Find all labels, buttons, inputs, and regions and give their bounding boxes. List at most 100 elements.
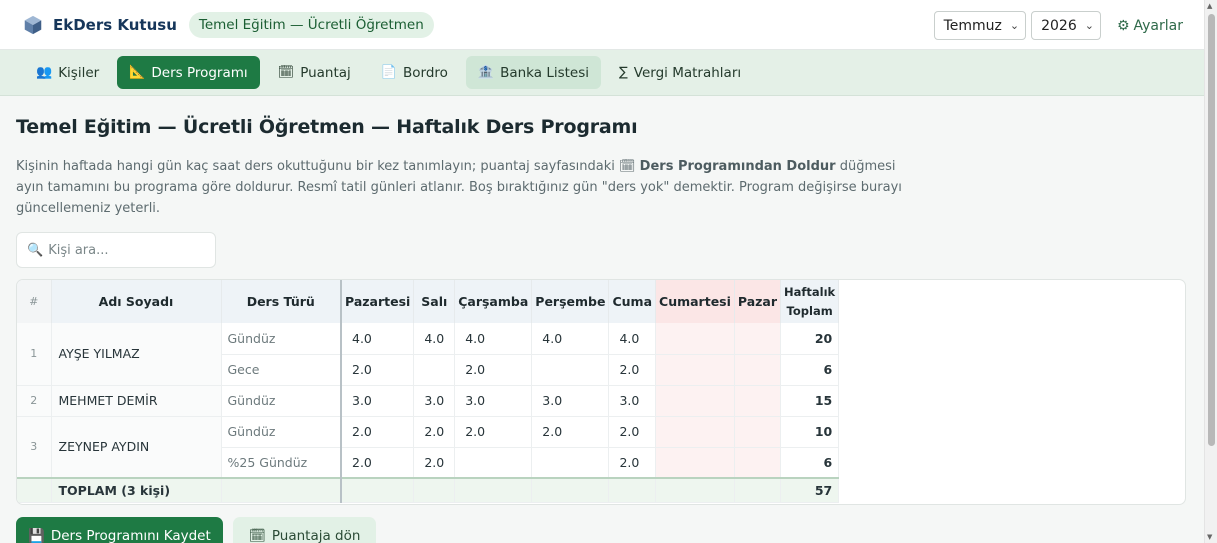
person-name: AYŞE YILMAZ (51, 323, 222, 386)
page-description: Kişinin haftada hangi gün kaç saat ders … (16, 156, 916, 219)
context-badge: Temel Eğitim — Ücretli Öğretmen (188, 11, 434, 38)
hours-cell-weekend[interactable] (734, 354, 782, 386)
weekly-total: 6 (780, 447, 840, 479)
hours-cell[interactable]: 3.0 (454, 385, 533, 417)
hours-cell-weekend[interactable] (655, 385, 735, 417)
hours-cell[interactable]: 2.0 (531, 416, 610, 448)
tab-puantaj[interactable]: 🗓 Puantaj (266, 56, 363, 89)
summary-cell (341, 477, 415, 503)
hours-cell[interactable]: 4.0 (608, 323, 657, 355)
scroll-down-arrow-icon[interactable]: ▼ (1207, 533, 1212, 541)
hours-cell-weekend[interactable] (734, 447, 782, 479)
hours-cell[interactable]: 3.0 (531, 385, 610, 417)
col-day: Cuma (608, 280, 657, 323)
tab-bordro[interactable]: 📄 Bordro (369, 56, 460, 89)
settings-label: Ayarlar (1133, 17, 1183, 34)
hours-cell-weekend[interactable] (734, 416, 782, 448)
main-nav: 👥 Kişiler 📐 Ders Programı 🗓 Puantaj 📄 Bo… (0, 50, 1217, 96)
hours-cell[interactable] (531, 354, 610, 386)
hours-cell[interactable]: 4.0 (454, 323, 533, 355)
summary-label: TOPLAM (3 kişi) (51, 477, 222, 503)
summary-index (17, 477, 52, 503)
hours-cell[interactable]: 2.0 (341, 354, 415, 386)
hours-cell[interactable]: 2.0 (413, 447, 456, 479)
back-to-puantaj-button[interactable]: 🗓 Puantaja dön (232, 517, 377, 543)
hours-cell[interactable] (454, 447, 533, 479)
period-controls: Temmuz ⌄ 2026 ⌄ ⚙ Ayarlar (933, 11, 1183, 40)
hours-cell-weekend[interactable] (655, 447, 735, 479)
hours-cell[interactable]: 3.0 (413, 385, 456, 417)
hours-cell[interactable]: 2.0 (341, 416, 415, 448)
search-icon: 🔍 (27, 242, 44, 258)
summary-cell (531, 477, 610, 503)
scroll-up-arrow-icon[interactable]: ▲ (1207, 2, 1212, 10)
app-title: EkDers Kutusu (53, 15, 177, 34)
floppy-disk-icon: 💾 (28, 528, 45, 543)
hours-cell[interactable]: 2.0 (608, 416, 657, 448)
document-icon: 📄 (380, 65, 397, 80)
hours-cell-weekend[interactable] (734, 323, 782, 355)
gear-icon: ⚙ (1116, 17, 1130, 34)
hours-cell[interactable] (413, 354, 456, 386)
hours-cell[interactable] (531, 447, 610, 479)
hours-cell[interactable]: 2.0 (608, 447, 657, 479)
hours-cell[interactable]: 4.0 (531, 323, 610, 355)
settings-link[interactable]: ⚙ Ayarlar (1117, 18, 1183, 34)
weekly-total: 20 (780, 323, 840, 355)
hours-cell[interactable]: 4.0 (413, 323, 456, 355)
person-name: ZEYNEP AYDIN (51, 416, 222, 479)
ruler-triangle-icon: 📐 (129, 65, 146, 80)
weekly-total: 15 (780, 385, 840, 417)
hours-cell-weekend[interactable] (655, 354, 735, 386)
tab-kisiler[interactable]: 👥 Kişiler (24, 56, 111, 89)
tab-ders-programi[interactable]: 📐 Ders Programı (117, 56, 260, 89)
schedule-table: # Adı Soyadı Ders Türü Pazartesi Salı Ça… (17, 280, 840, 503)
weekly-total: 10 (780, 416, 840, 448)
year-select[interactable]: 2026 ⌄ (1031, 11, 1101, 40)
person-name: MEHMET DEMİR (51, 385, 222, 417)
hours-cell[interactable]: 3.0 (608, 385, 657, 417)
hours-cell[interactable]: 2.0 (341, 447, 415, 479)
hours-cell[interactable]: 2.0 (454, 416, 533, 448)
summary-cell (655, 477, 735, 503)
back-label: Puantaja dön (271, 528, 361, 543)
row-index: 3 (17, 416, 52, 479)
vertical-scrollbar[interactable]: ▲ ▼ (1204, 0, 1217, 543)
year-value: 2026 (1041, 17, 1077, 34)
search-input[interactable]: 🔍 Kişi ara... (16, 232, 216, 268)
save-label: Ders Programını Kaydet (50, 528, 211, 543)
tab-vergi-matrahlari[interactable]: ∑ Vergi Matrahları (607, 56, 753, 89)
hours-cell-weekend[interactable] (655, 323, 735, 355)
tab-label: Ders Programı (151, 64, 248, 81)
col-day-weekend: Cumartesi (655, 280, 735, 323)
tab-label: Vergi Matrahları (633, 64, 742, 81)
summary-type (221, 477, 342, 503)
table-row: 2 MEHMET DEMİR Gündüz 3.0 3.0 3.0 3.0 3.… (17, 385, 840, 417)
tab-label: Banka Listesi (500, 64, 590, 81)
month-select[interactable]: Temmuz ⌄ (933, 11, 1027, 40)
hours-cell[interactable]: 4.0 (341, 323, 415, 355)
summary-cell (454, 477, 533, 503)
lesson-type: Gece (221, 354, 342, 386)
hours-cell-weekend[interactable] (655, 416, 735, 448)
hours-cell[interactable]: 3.0 (341, 385, 415, 417)
hours-cell-weekend[interactable] (734, 385, 782, 417)
weekly-total: 6 (780, 354, 840, 386)
save-schedule-button[interactable]: 💾 Ders Programını Kaydet (16, 517, 223, 543)
hours-cell[interactable]: 2.0 (608, 354, 657, 386)
summary-cell (734, 477, 782, 503)
tab-banka-listesi[interactable]: 🏦 Banka Listesi (465, 56, 602, 89)
summary-cell (413, 477, 456, 503)
desc-text-1: Kişinin haftada hangi gün kaç saat ders … (16, 159, 620, 174)
summary-row: TOPLAM (3 kişi) 57 (17, 477, 840, 503)
lesson-type: Gündüz (221, 416, 342, 448)
month-value: Temmuz (943, 17, 1002, 34)
scrollbar-thumb[interactable] (1208, 14, 1215, 446)
hours-cell[interactable]: 2.0 (413, 416, 456, 448)
hours-cell[interactable]: 2.0 (454, 354, 533, 386)
col-day-weekend: Pazar (734, 280, 782, 323)
page-title: Temel Eğitim — Ücretli Öğretmen — Haftal… (16, 116, 638, 138)
col-day: Pazartesi (341, 280, 415, 323)
search-placeholder: Kişi ara... (48, 242, 109, 258)
grand-total: 57 (780, 477, 840, 503)
